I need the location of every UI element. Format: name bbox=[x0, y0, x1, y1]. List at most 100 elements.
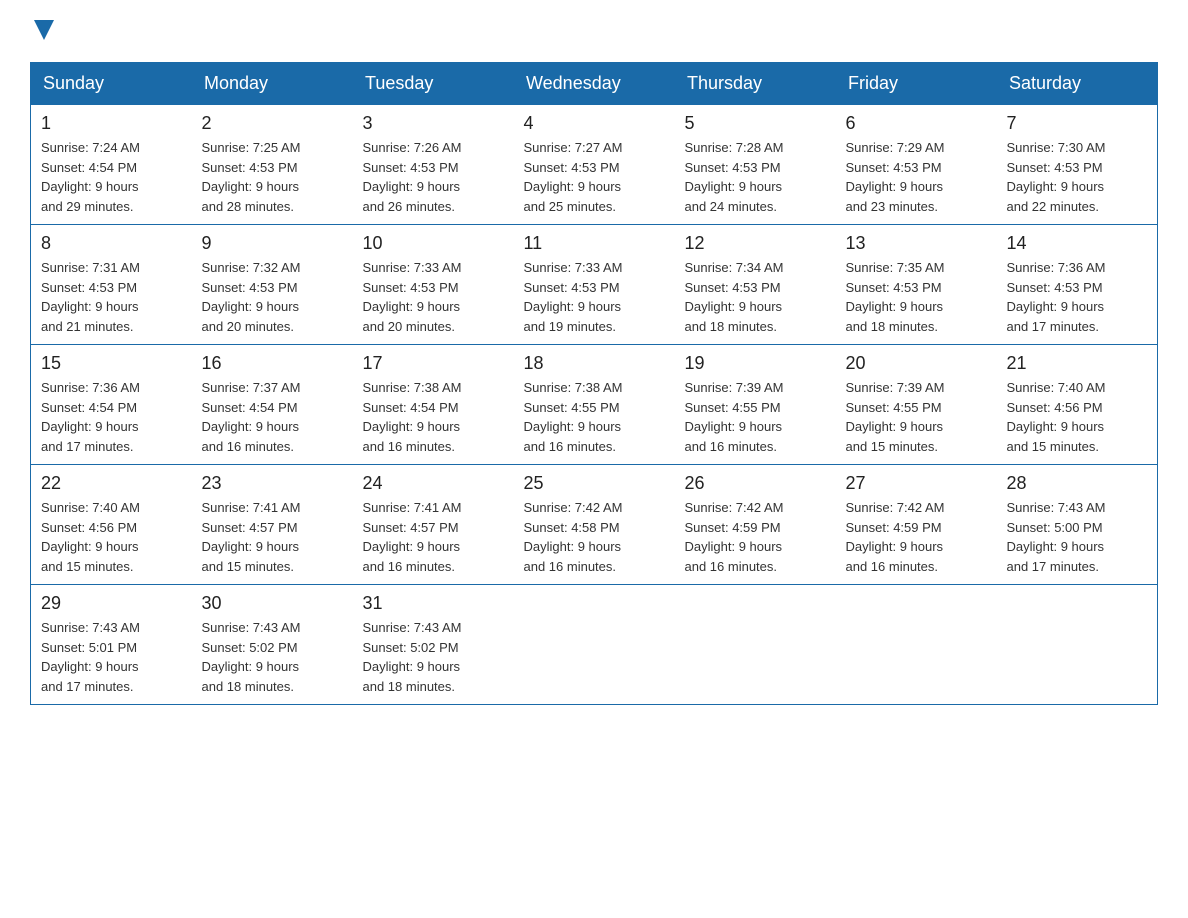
day-number: 21 bbox=[1007, 353, 1148, 374]
calendar-cell: 28 Sunrise: 7:43 AM Sunset: 5:00 PM Dayl… bbox=[997, 465, 1158, 585]
calendar-cell: 27 Sunrise: 7:42 AM Sunset: 4:59 PM Dayl… bbox=[836, 465, 997, 585]
day-number: 4 bbox=[524, 113, 665, 134]
weekday-header-wednesday: Wednesday bbox=[514, 63, 675, 105]
weekday-header-tuesday: Tuesday bbox=[353, 63, 514, 105]
day-number: 15 bbox=[41, 353, 182, 374]
calendar-cell: 5 Sunrise: 7:28 AM Sunset: 4:53 PM Dayli… bbox=[675, 105, 836, 225]
day-number: 31 bbox=[363, 593, 504, 614]
calendar-cell bbox=[514, 585, 675, 705]
day-info: Sunrise: 7:37 AM Sunset: 4:54 PM Dayligh… bbox=[202, 378, 343, 456]
day-info: Sunrise: 7:41 AM Sunset: 4:57 PM Dayligh… bbox=[202, 498, 343, 576]
day-number: 29 bbox=[41, 593, 182, 614]
week-row-5: 29 Sunrise: 7:43 AM Sunset: 5:01 PM Dayl… bbox=[31, 585, 1158, 705]
calendar-cell: 12 Sunrise: 7:34 AM Sunset: 4:53 PM Dayl… bbox=[675, 225, 836, 345]
day-info: Sunrise: 7:35 AM Sunset: 4:53 PM Dayligh… bbox=[846, 258, 987, 336]
day-number: 22 bbox=[41, 473, 182, 494]
day-info: Sunrise: 7:39 AM Sunset: 4:55 PM Dayligh… bbox=[846, 378, 987, 456]
calendar-cell bbox=[836, 585, 997, 705]
day-number: 6 bbox=[846, 113, 987, 134]
calendar-cell: 9 Sunrise: 7:32 AM Sunset: 4:53 PM Dayli… bbox=[192, 225, 353, 345]
day-number: 27 bbox=[846, 473, 987, 494]
calendar-cell: 1 Sunrise: 7:24 AM Sunset: 4:54 PM Dayli… bbox=[31, 105, 192, 225]
day-info: Sunrise: 7:42 AM Sunset: 4:58 PM Dayligh… bbox=[524, 498, 665, 576]
day-info: Sunrise: 7:27 AM Sunset: 4:53 PM Dayligh… bbox=[524, 138, 665, 216]
calendar-cell: 16 Sunrise: 7:37 AM Sunset: 4:54 PM Dayl… bbox=[192, 345, 353, 465]
week-row-1: 1 Sunrise: 7:24 AM Sunset: 4:54 PM Dayli… bbox=[31, 105, 1158, 225]
day-info: Sunrise: 7:43 AM Sunset: 5:01 PM Dayligh… bbox=[41, 618, 182, 696]
day-number: 9 bbox=[202, 233, 343, 254]
day-info: Sunrise: 7:38 AM Sunset: 4:55 PM Dayligh… bbox=[524, 378, 665, 456]
day-number: 23 bbox=[202, 473, 343, 494]
day-info: Sunrise: 7:32 AM Sunset: 4:53 PM Dayligh… bbox=[202, 258, 343, 336]
day-number: 5 bbox=[685, 113, 826, 134]
day-info: Sunrise: 7:40 AM Sunset: 4:56 PM Dayligh… bbox=[1007, 378, 1148, 456]
day-info: Sunrise: 7:36 AM Sunset: 4:54 PM Dayligh… bbox=[41, 378, 182, 456]
logo bbox=[30, 20, 54, 42]
week-row-2: 8 Sunrise: 7:31 AM Sunset: 4:53 PM Dayli… bbox=[31, 225, 1158, 345]
weekday-header-sunday: Sunday bbox=[31, 63, 192, 105]
calendar-cell: 11 Sunrise: 7:33 AM Sunset: 4:53 PM Dayl… bbox=[514, 225, 675, 345]
calendar-cell: 17 Sunrise: 7:38 AM Sunset: 4:54 PM Dayl… bbox=[353, 345, 514, 465]
day-number: 11 bbox=[524, 233, 665, 254]
calendar-table: SundayMondayTuesdayWednesdayThursdayFrid… bbox=[30, 62, 1158, 705]
day-info: Sunrise: 7:24 AM Sunset: 4:54 PM Dayligh… bbox=[41, 138, 182, 216]
day-number: 14 bbox=[1007, 233, 1148, 254]
day-number: 16 bbox=[202, 353, 343, 374]
day-info: Sunrise: 7:30 AM Sunset: 4:53 PM Dayligh… bbox=[1007, 138, 1148, 216]
weekday-header-row: SundayMondayTuesdayWednesdayThursdayFrid… bbox=[31, 63, 1158, 105]
day-number: 26 bbox=[685, 473, 826, 494]
calendar-cell bbox=[997, 585, 1158, 705]
day-info: Sunrise: 7:33 AM Sunset: 4:53 PM Dayligh… bbox=[363, 258, 504, 336]
week-row-3: 15 Sunrise: 7:36 AM Sunset: 4:54 PM Dayl… bbox=[31, 345, 1158, 465]
week-row-4: 22 Sunrise: 7:40 AM Sunset: 4:56 PM Dayl… bbox=[31, 465, 1158, 585]
day-number: 24 bbox=[363, 473, 504, 494]
calendar-cell: 26 Sunrise: 7:42 AM Sunset: 4:59 PM Dayl… bbox=[675, 465, 836, 585]
calendar-header: SundayMondayTuesdayWednesdayThursdayFrid… bbox=[31, 63, 1158, 105]
calendar-cell: 30 Sunrise: 7:43 AM Sunset: 5:02 PM Dayl… bbox=[192, 585, 353, 705]
day-info: Sunrise: 7:43 AM Sunset: 5:02 PM Dayligh… bbox=[202, 618, 343, 696]
weekday-header-monday: Monday bbox=[192, 63, 353, 105]
logo-triangle-icon bbox=[34, 20, 54, 40]
calendar-cell: 20 Sunrise: 7:39 AM Sunset: 4:55 PM Dayl… bbox=[836, 345, 997, 465]
calendar-cell: 25 Sunrise: 7:42 AM Sunset: 4:58 PM Dayl… bbox=[514, 465, 675, 585]
calendar-cell: 21 Sunrise: 7:40 AM Sunset: 4:56 PM Dayl… bbox=[997, 345, 1158, 465]
day-info: Sunrise: 7:25 AM Sunset: 4:53 PM Dayligh… bbox=[202, 138, 343, 216]
day-number: 12 bbox=[685, 233, 826, 254]
calendar-cell: 24 Sunrise: 7:41 AM Sunset: 4:57 PM Dayl… bbox=[353, 465, 514, 585]
day-info: Sunrise: 7:28 AM Sunset: 4:53 PM Dayligh… bbox=[685, 138, 826, 216]
weekday-header-thursday: Thursday bbox=[675, 63, 836, 105]
calendar-cell: 19 Sunrise: 7:39 AM Sunset: 4:55 PM Dayl… bbox=[675, 345, 836, 465]
day-number: 10 bbox=[363, 233, 504, 254]
day-number: 18 bbox=[524, 353, 665, 374]
day-info: Sunrise: 7:43 AM Sunset: 5:02 PM Dayligh… bbox=[363, 618, 504, 696]
day-info: Sunrise: 7:42 AM Sunset: 4:59 PM Dayligh… bbox=[846, 498, 987, 576]
day-info: Sunrise: 7:38 AM Sunset: 4:54 PM Dayligh… bbox=[363, 378, 504, 456]
day-info: Sunrise: 7:34 AM Sunset: 4:53 PM Dayligh… bbox=[685, 258, 826, 336]
day-number: 8 bbox=[41, 233, 182, 254]
calendar-cell: 15 Sunrise: 7:36 AM Sunset: 4:54 PM Dayl… bbox=[31, 345, 192, 465]
calendar-cell: 6 Sunrise: 7:29 AM Sunset: 4:53 PM Dayli… bbox=[836, 105, 997, 225]
day-number: 13 bbox=[846, 233, 987, 254]
day-number: 20 bbox=[846, 353, 987, 374]
calendar-cell: 23 Sunrise: 7:41 AM Sunset: 4:57 PM Dayl… bbox=[192, 465, 353, 585]
day-info: Sunrise: 7:29 AM Sunset: 4:53 PM Dayligh… bbox=[846, 138, 987, 216]
day-info: Sunrise: 7:41 AM Sunset: 4:57 PM Dayligh… bbox=[363, 498, 504, 576]
day-info: Sunrise: 7:26 AM Sunset: 4:53 PM Dayligh… bbox=[363, 138, 504, 216]
calendar-cell: 3 Sunrise: 7:26 AM Sunset: 4:53 PM Dayli… bbox=[353, 105, 514, 225]
calendar-cell: 14 Sunrise: 7:36 AM Sunset: 4:53 PM Dayl… bbox=[997, 225, 1158, 345]
day-number: 30 bbox=[202, 593, 343, 614]
day-info: Sunrise: 7:31 AM Sunset: 4:53 PM Dayligh… bbox=[41, 258, 182, 336]
calendar-cell: 8 Sunrise: 7:31 AM Sunset: 4:53 PM Dayli… bbox=[31, 225, 192, 345]
weekday-header-saturday: Saturday bbox=[997, 63, 1158, 105]
day-number: 1 bbox=[41, 113, 182, 134]
day-number: 17 bbox=[363, 353, 504, 374]
calendar-cell: 4 Sunrise: 7:27 AM Sunset: 4:53 PM Dayli… bbox=[514, 105, 675, 225]
calendar-cell: 7 Sunrise: 7:30 AM Sunset: 4:53 PM Dayli… bbox=[997, 105, 1158, 225]
calendar-body: 1 Sunrise: 7:24 AM Sunset: 4:54 PM Dayli… bbox=[31, 105, 1158, 705]
calendar-cell: 13 Sunrise: 7:35 AM Sunset: 4:53 PM Dayl… bbox=[836, 225, 997, 345]
calendar-cell: 22 Sunrise: 7:40 AM Sunset: 4:56 PM Dayl… bbox=[31, 465, 192, 585]
day-info: Sunrise: 7:40 AM Sunset: 4:56 PM Dayligh… bbox=[41, 498, 182, 576]
day-number: 3 bbox=[363, 113, 504, 134]
day-info: Sunrise: 7:36 AM Sunset: 4:53 PM Dayligh… bbox=[1007, 258, 1148, 336]
day-number: 19 bbox=[685, 353, 826, 374]
